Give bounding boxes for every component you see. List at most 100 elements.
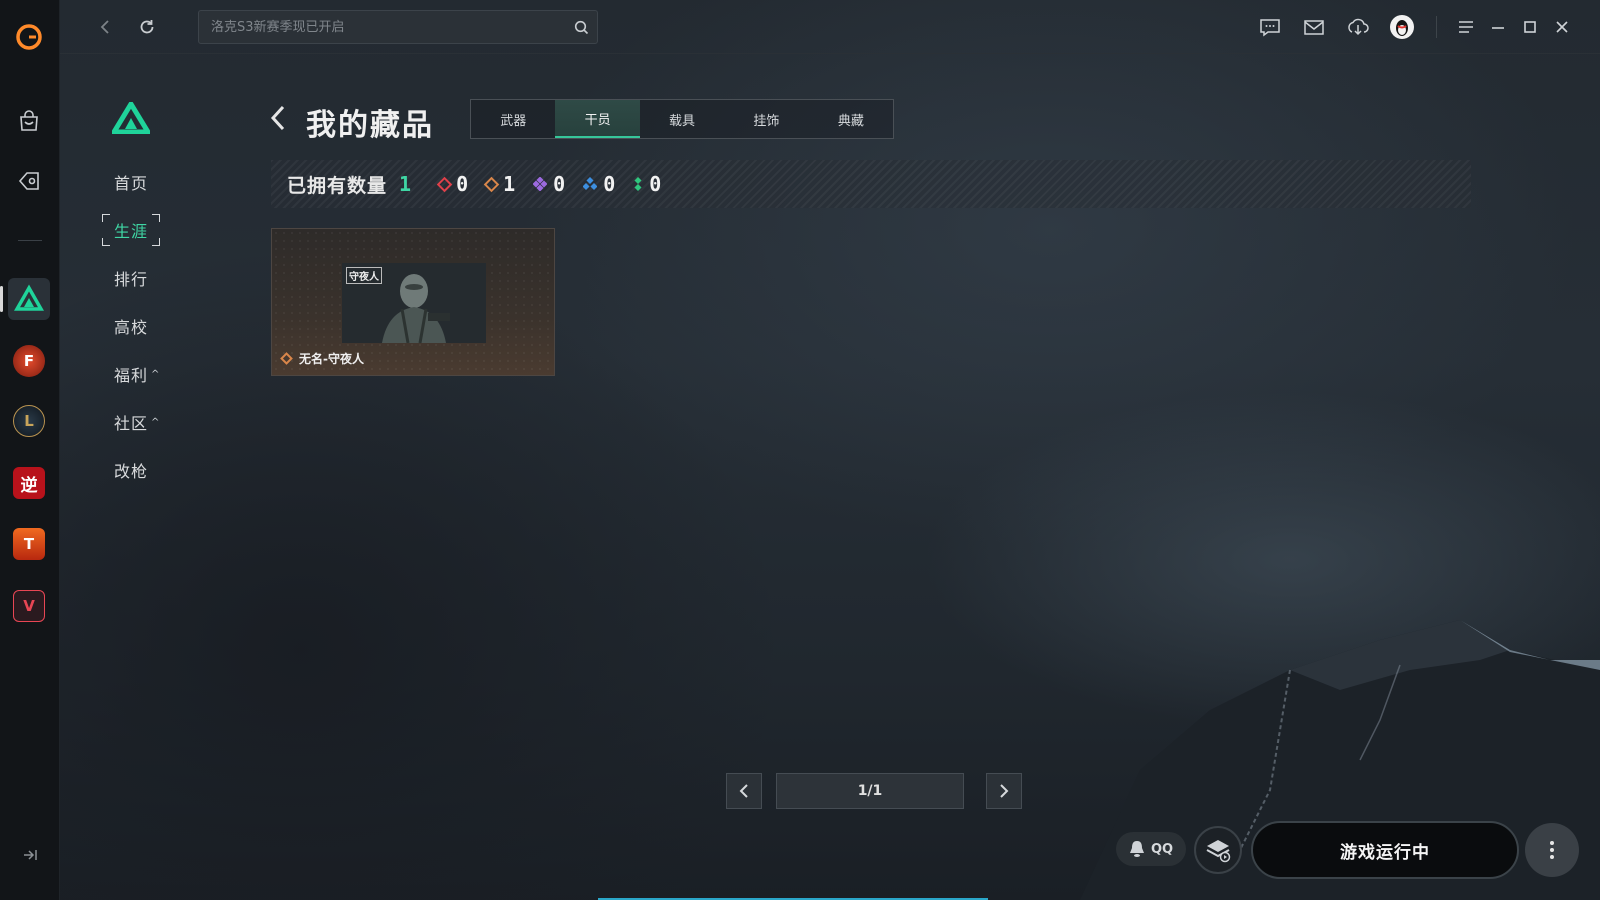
rail-game-delta-force[interactable] (8, 278, 50, 320)
search-icon[interactable] (565, 20, 597, 35)
chevron-left-icon (739, 784, 748, 798)
chat-button[interactable] (1256, 13, 1284, 41)
operator-portrait: 守夜人 (342, 263, 486, 343)
qq-login-button[interactable]: QQ (1116, 832, 1186, 866)
sidebar-item-career[interactable]: 生涯 (100, 206, 180, 254)
chat-icon (1260, 19, 1280, 37)
sidebar-item-label: 改枪 (114, 462, 149, 481)
sidebar-item-ranking[interactable]: 排行 (100, 254, 180, 302)
maximize-icon (1524, 21, 1536, 33)
operator-tag: 守夜人 (346, 267, 382, 284)
tab-charms[interactable]: 挂饰 (724, 100, 808, 138)
page-title: 我的藏品 (306, 108, 434, 143)
delta-force-logo (109, 99, 153, 138)
sidebar-item-label: 排行 (114, 270, 149, 289)
store-button[interactable] (8, 100, 50, 142)
next-page-button[interactable] (986, 773, 1022, 809)
refresh-icon (140, 20, 154, 34)
game-center-button[interactable] (8, 160, 50, 202)
qq-penguin-avatar-icon (1390, 15, 1414, 39)
accelerator-button[interactable] (1194, 826, 1242, 874)
hamburger-menu-icon (1459, 21, 1473, 33)
close-button[interactable] (1548, 13, 1576, 41)
rail-divider (18, 240, 42, 241)
top-bar-divider (1436, 16, 1437, 38)
tab-operators[interactable]: 干员 (555, 100, 640, 138)
sidebar-item-label: 社区 (114, 414, 149, 433)
rarity-count: 0 (456, 172, 469, 196)
tab-weapons[interactable]: 武器 (471, 100, 555, 138)
layers-icon (1206, 840, 1231, 863)
team-game-icon: T (13, 528, 45, 560)
rarity-count: 0 (649, 172, 662, 196)
sidebar-item-label: 高校 (114, 318, 149, 337)
rail-game-valorant[interactable]: V (8, 585, 50, 627)
item-name-row: 无名-守夜人 (280, 350, 364, 367)
rail-game-nishuihan[interactable]: 逆 (8, 462, 50, 504)
sidebar-item-career-text: 生涯 (114, 222, 149, 241)
selection-bracket (102, 214, 110, 222)
tab-collection[interactable]: 典藏 (809, 100, 893, 138)
rail-game-team[interactable]: T (8, 523, 50, 565)
collection-tabs: 武器 干员 载具 挂饰 典藏 (470, 99, 894, 139)
sidebar-item-label: 福利 (114, 366, 149, 385)
game-running-button[interactable]: 游戏运行中 (1251, 821, 1519, 879)
search-bar (198, 10, 598, 44)
top-bar (60, 0, 1600, 54)
sidebar-item-home[interactable]: 首页 (100, 158, 180, 206)
search-input[interactable] (199, 11, 565, 43)
mail-icon (1304, 20, 1324, 35)
more-options-button[interactable] (1525, 823, 1579, 877)
selection-bracket (152, 214, 161, 222)
menu-button[interactable] (1452, 13, 1480, 41)
sidebar-item-gunsmith[interactable]: 改枪 (100, 446, 180, 494)
rail-game-league[interactable]: L (8, 400, 50, 442)
sidebar-item-label: 生涯 (102, 214, 161, 246)
sidebar-item-university[interactable]: 高校 (100, 302, 180, 350)
page-indicator: 1/1 (776, 773, 964, 809)
minimize-button[interactable] (1484, 13, 1512, 41)
crossfire-icon: F (13, 345, 45, 377)
sidebar-item-benefits[interactable]: 福利 ^ (100, 350, 180, 398)
user-avatar[interactable] (1388, 13, 1416, 41)
owned-count-label: 已拥有数量 (287, 174, 388, 197)
mail-button[interactable] (1300, 13, 1328, 41)
delta-force-icon (14, 284, 44, 311)
shopping-bag-icon (20, 110, 38, 131)
sidebar-item-community[interactable]: 社区 ^ (100, 398, 180, 446)
owned-count-total: 1 (399, 172, 412, 196)
game-tag-icon (18, 172, 39, 190)
nishuihan-icon: 逆 (13, 467, 45, 499)
client-logo-icon (16, 24, 42, 50)
item-name: 无名-守夜人 (299, 352, 364, 366)
purple-rarity-icon (533, 177, 548, 191)
selection-bracket (102, 238, 110, 246)
collection-item-card[interactable]: 守夜人 无名-守夜人 (271, 228, 555, 376)
blue-rarity-icon (583, 177, 598, 191)
chevron-right-icon (1000, 784, 1009, 798)
league-icon: L (13, 405, 45, 437)
tab-vehicles[interactable]: 载具 (640, 100, 724, 138)
rail-active-indicator (0, 286, 3, 312)
client-logo[interactable] (8, 16, 50, 58)
close-icon (1556, 21, 1568, 33)
rail-game-crossfire[interactable]: F (8, 340, 50, 382)
collapse-rail-button[interactable] (18, 843, 42, 867)
maximize-button[interactable] (1516, 13, 1544, 41)
chevron-up-icon: ^ (151, 416, 161, 428)
chevron-left-icon (270, 105, 285, 131)
rarity-stat-blue: 0 (583, 172, 615, 196)
more-vertical-icon (1550, 841, 1554, 859)
valorant-icon: V (13, 590, 45, 622)
rarity-count: 1 (503, 172, 516, 196)
rarity-stat-purple: 0 (533, 172, 565, 196)
gold-rarity-diamond-icon (280, 352, 293, 365)
page-back-button[interactable] (268, 103, 288, 137)
refresh-button[interactable] (134, 14, 160, 40)
back-button[interactable] (92, 14, 118, 40)
prev-page-button[interactable] (726, 773, 762, 809)
download-button[interactable] (1344, 13, 1372, 41)
chevron-up-icon: ^ (151, 368, 161, 380)
qq-label: QQ (1150, 841, 1174, 857)
rarity-count: 0 (603, 172, 616, 196)
